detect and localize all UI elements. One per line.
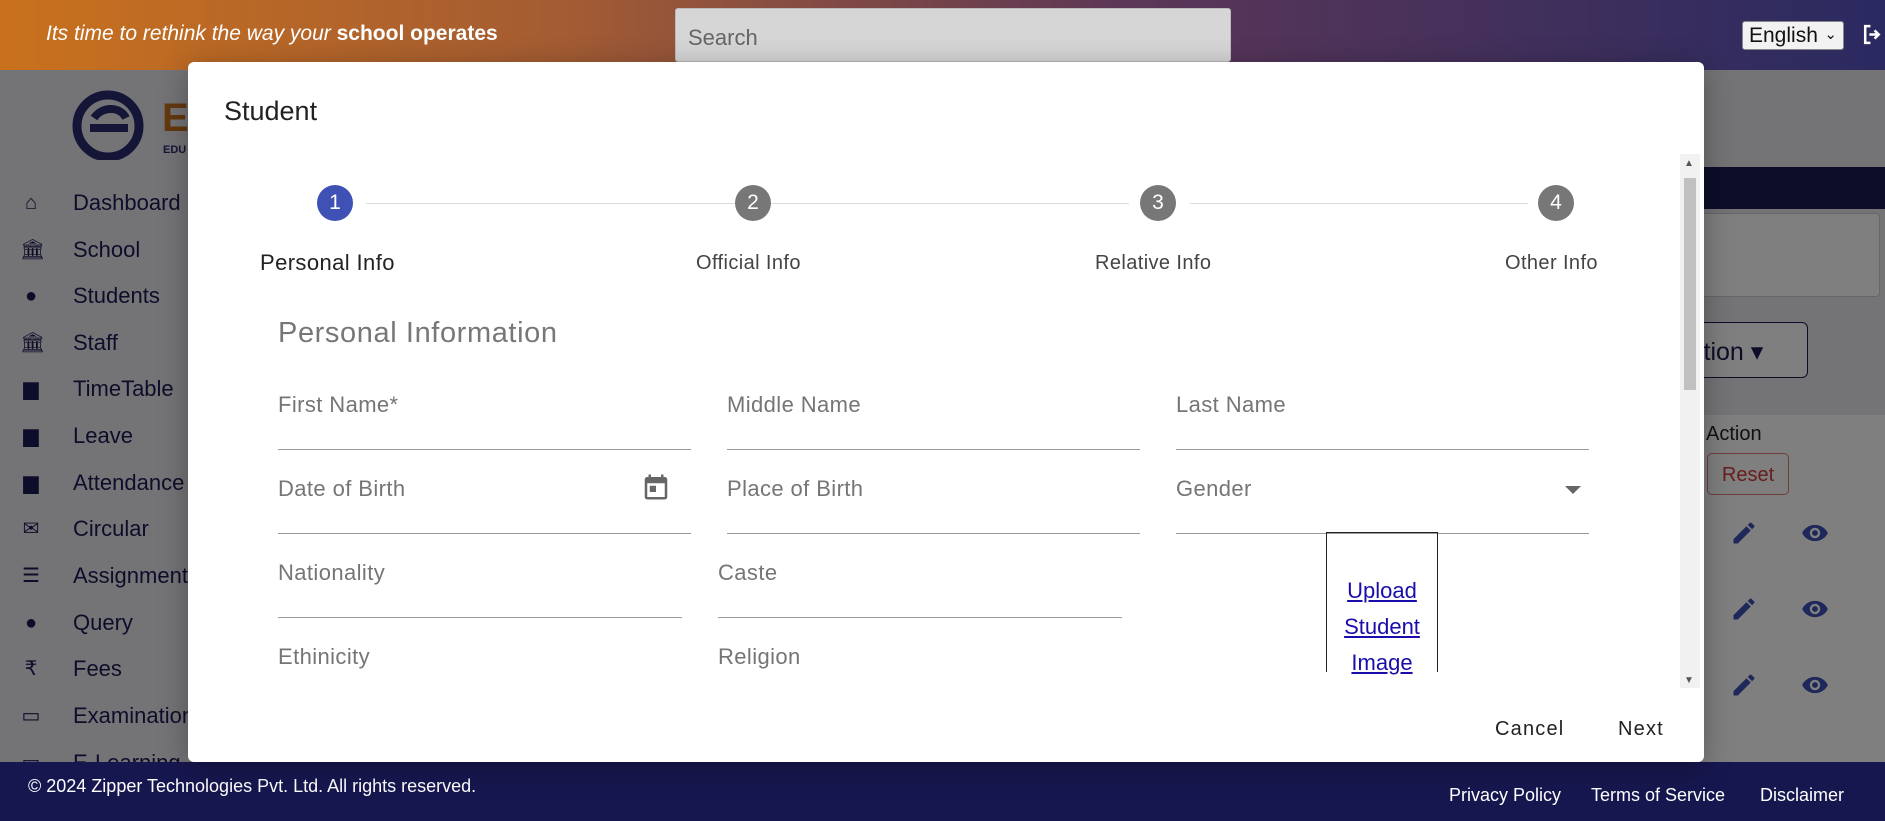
stepper-connector [1190, 203, 1528, 204]
cancel-button[interactable]: Cancel [1495, 718, 1564, 741]
field-label: Middle Name [727, 392, 862, 417]
language-select[interactable]: English ⌄ [1742, 21, 1844, 50]
middle-name-field[interactable]: Middle Name [727, 378, 1140, 450]
search-input[interactable]: Search [675, 8, 1231, 62]
section-title: Personal Information [278, 317, 558, 349]
stepper-connector [784, 203, 1129, 204]
dropdown-arrow-icon [1565, 486, 1581, 494]
dialog-title: Student [224, 96, 318, 126]
chevron-down-icon: ⌄ [1824, 26, 1837, 43]
last-name-field[interactable]: Last Name [1176, 378, 1589, 450]
language-value: English [1749, 24, 1818, 47]
field-label: Ethinicity [278, 644, 371, 669]
step-4-indicator[interactable]: 4 [1538, 185, 1574, 221]
footer: © 2024 Zipper Technologies Pvt. Ltd. All… [0, 762, 1885, 821]
step-1-indicator[interactable]: 1 [317, 185, 353, 221]
tagline: Its time to rethink the way your school … [46, 22, 498, 45]
step-2-indicator[interactable]: 2 [735, 185, 771, 221]
scrollbar-thumb[interactable] [1684, 178, 1696, 390]
step-3-label[interactable]: Relative Info [1095, 252, 1211, 275]
upload-link-line-1[interactable]: Upload [1327, 573, 1437, 609]
field-label: First Name* [278, 392, 399, 417]
privacy-policy-link[interactable]: Privacy Policy [1449, 785, 1561, 806]
dialog-scrollbar[interactable]: ▲ ▼ [1680, 154, 1700, 688]
terms-of-service-link[interactable]: Terms of Service [1591, 785, 1725, 806]
logout-icon[interactable] [1860, 22, 1885, 47]
field-label: Place of Birth [727, 476, 864, 501]
field-label: Gender [1176, 476, 1252, 501]
field-label: Religion [718, 644, 801, 669]
copyright-text: © 2024 Zipper Technologies Pvt. Ltd. All… [28, 776, 477, 796]
search-placeholder: Search [688, 25, 758, 50]
step-1-label[interactable]: Personal Info [260, 250, 395, 276]
calendar-icon[interactable] [641, 472, 671, 502]
student-dialog: Student 1 2 3 4 Personal Info Official I… [188, 62, 1704, 762]
top-bar: Its time to rethink the way your school … [0, 0, 1885, 70]
date-of-birth-field[interactable]: Date of Birth [278, 462, 691, 534]
upload-link-line-2[interactable]: Student [1327, 609, 1437, 645]
first-name-field[interactable]: First Name* [278, 378, 691, 450]
step-3-indicator[interactable]: 3 [1140, 185, 1176, 221]
disclaimer-link[interactable]: Disclaimer [1760, 785, 1844, 806]
field-label: Nationality [278, 560, 386, 585]
scroll-area-mask [188, 688, 1678, 708]
upload-student-image-box[interactable]: Upload Student Image [1326, 532, 1438, 675]
step-2-label[interactable]: Official Info [696, 252, 801, 275]
place-of-birth-field[interactable]: Place of Birth [727, 462, 1140, 534]
gender-select[interactable]: Gender [1176, 462, 1589, 534]
upload-link-line-3[interactable]: Image [1327, 645, 1437, 681]
scroll-up-arrow-icon[interactable]: ▲ [1684, 158, 1694, 169]
field-label: Caste [718, 560, 778, 585]
caste-field[interactable]: Caste [718, 546, 1122, 618]
field-label: Date of Birth [278, 476, 406, 501]
field-label: Last Name [1176, 392, 1286, 417]
scroll-down-arrow-icon[interactable]: ▼ [1684, 675, 1694, 686]
nationality-field[interactable]: Nationality [278, 546, 682, 618]
step-4-label[interactable]: Other Info [1505, 252, 1598, 275]
next-button[interactable]: Next [1618, 718, 1664, 741]
tagline-bold: school operates [336, 22, 498, 45]
